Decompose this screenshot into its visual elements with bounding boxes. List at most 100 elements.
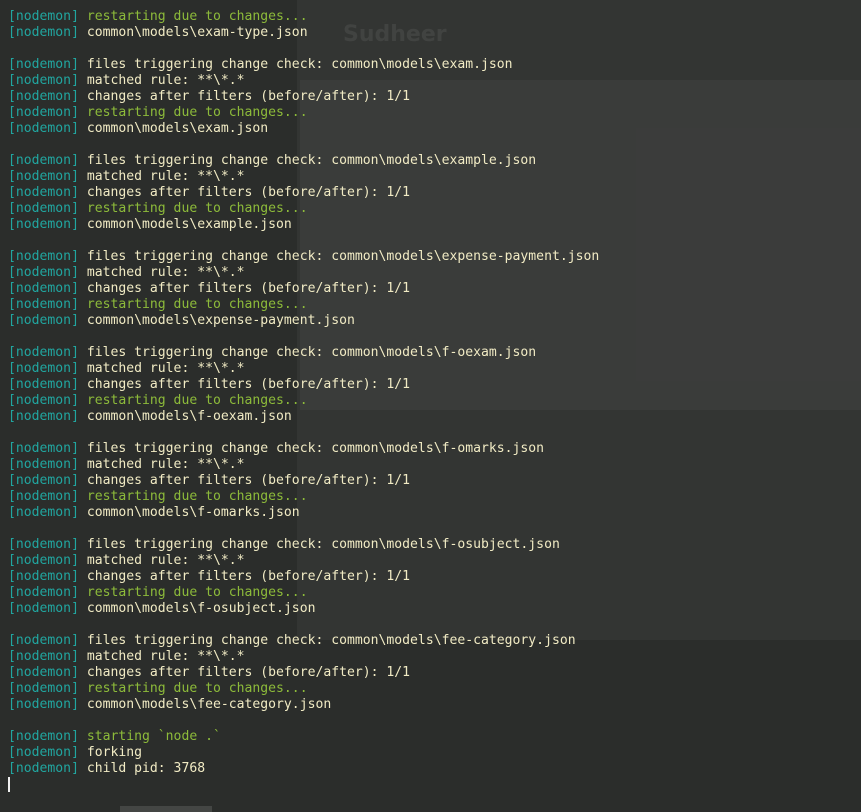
terminal-line: [nodemon] common\models\fee-category.jso… (8, 697, 599, 713)
terminal-line: [nodemon] starting `node .` (8, 729, 599, 745)
terminal-line: [nodemon] child pid: 3768 (8, 761, 599, 777)
nodemon-tag: [nodemon] (8, 505, 79, 520)
terminal-line: [nodemon] changes after filters (before/… (8, 377, 599, 393)
log-message: common\models\f-omarks.json (86, 505, 300, 520)
nodemon-tag: [nodemon] (8, 169, 79, 184)
log-message: common\models\exam.json (86, 121, 269, 136)
log-message: changes after filters (before/after): 1/… (86, 281, 411, 296)
text-cursor[interactable] (8, 777, 10, 792)
log-message: files triggering change check: common\mo… (86, 441, 545, 456)
terminal-line: [nodemon] changes after filters (before/… (8, 281, 599, 297)
nodemon-tag: [nodemon] (8, 745, 79, 760)
terminal-line: [nodemon] restarting due to changes... (8, 585, 599, 601)
log-message: changes after filters (before/after): 1/… (86, 569, 411, 584)
nodemon-tag: [nodemon] (8, 489, 79, 504)
terminal-line: [nodemon] common\models\exam-type.json (8, 25, 599, 41)
log-message: matched rule: **\*.* (86, 265, 245, 280)
nodemon-tag: [nodemon] (8, 665, 79, 680)
nodemon-tag: [nodemon] (8, 681, 79, 696)
log-message: files triggering change check: common\mo… (86, 633, 576, 648)
terminal-line: [nodemon] common\models\expense-payment.… (8, 313, 599, 329)
nodemon-tag: [nodemon] (8, 441, 79, 456)
log-message: common\models\f-osubject.json (86, 601, 316, 616)
log-message: restarting due to changes... (86, 297, 308, 312)
nodemon-tag: [nodemon] (8, 457, 79, 472)
terminal-line: [nodemon] matched rule: **\*.* (8, 169, 599, 185)
terminal-line: [nodemon] matched rule: **\*.* (8, 361, 599, 377)
terminal-line: [nodemon] files triggering change check:… (8, 633, 599, 649)
log-message: restarting due to changes... (86, 681, 308, 696)
terminal-line: [nodemon] common\models\f-osubject.json (8, 601, 599, 617)
log-message: changes after filters (before/after): 1/… (86, 89, 411, 104)
terminal-line: [nodemon] forking (8, 745, 599, 761)
nodemon-tag: [nodemon] (8, 185, 79, 200)
terminal-line: [nodemon] matched rule: **\*.* (8, 73, 599, 89)
log-message: restarting due to changes... (86, 489, 308, 504)
nodemon-tag: [nodemon] (8, 377, 79, 392)
log-message: files triggering change check: common\mo… (86, 57, 513, 72)
terminal-window[interactable]: Sudheer [nodemon] restarting due to chan… (0, 0, 861, 812)
terminal-line: [nodemon] changes after filters (before/… (8, 473, 599, 489)
log-message: files triggering change check: common\mo… (86, 249, 600, 264)
nodemon-tag: [nodemon] (8, 265, 79, 280)
terminal-line: [nodemon] restarting due to changes... (8, 489, 599, 505)
terminal-line: [nodemon] restarting due to changes... (8, 297, 599, 313)
terminal-line: [nodemon] files triggering change check:… (8, 249, 599, 265)
terminal-line: [nodemon] files triggering change check:… (8, 537, 599, 553)
log-message: changes after filters (before/after): 1/… (86, 185, 411, 200)
nodemon-tag: [nodemon] (8, 121, 79, 136)
terminal-line: [nodemon] restarting due to changes... (8, 9, 599, 25)
nodemon-tag: [nodemon] (8, 345, 79, 360)
terminal-line: [nodemon] common\models\f-omarks.json (8, 505, 599, 521)
terminal-line: [nodemon] files triggering change check:… (8, 441, 599, 457)
log-message: common\models\fee-category.json (86, 697, 332, 712)
nodemon-tag: [nodemon] (8, 649, 79, 664)
log-message: changes after filters (before/after): 1/… (86, 473, 411, 488)
log-message: restarting due to changes... (86, 9, 308, 24)
terminal-line: [nodemon] changes after filters (before/… (8, 665, 599, 681)
nodemon-tag: [nodemon] (8, 89, 79, 104)
log-message: starting `node .` (86, 729, 221, 744)
log-message: restarting due to changes... (86, 105, 308, 120)
log-message: files triggering change check: common\mo… (86, 153, 537, 168)
terminal-line: [nodemon] files triggering change check:… (8, 345, 599, 361)
log-message: matched rule: **\*.* (86, 553, 245, 568)
nodemon-tag: [nodemon] (8, 105, 79, 120)
terminal-line: [nodemon] restarting due to changes... (8, 393, 599, 409)
nodemon-tag: [nodemon] (8, 57, 79, 72)
nodemon-tag: [nodemon] (8, 201, 79, 216)
nodemon-tag: [nodemon] (8, 9, 79, 24)
log-message: files triggering change check: common\mo… (86, 345, 537, 360)
nodemon-tag: [nodemon] (8, 249, 79, 264)
nodemon-tag: [nodemon] (8, 281, 79, 296)
log-message: restarting due to changes... (86, 201, 308, 216)
nodemon-tag: [nodemon] (8, 601, 79, 616)
terminal-line: [nodemon] common\models\f-oexam.json (8, 409, 599, 425)
log-message: files triggering change check: common\mo… (86, 537, 560, 552)
terminal-line: [nodemon] changes after filters (before/… (8, 89, 599, 105)
log-message: changes after filters (before/after): 1/… (86, 377, 411, 392)
log-message: common\models\f-oexam.json (86, 409, 292, 424)
terminal-line: [nodemon] matched rule: **\*.* (8, 457, 599, 473)
nodemon-tag: [nodemon] (8, 697, 79, 712)
log-message: matched rule: **\*.* (86, 649, 245, 664)
log-message: common\models\expense-payment.json (86, 313, 355, 328)
log-message: matched rule: **\*.* (86, 73, 245, 88)
terminal-line: [nodemon] matched rule: **\*.* (8, 265, 599, 281)
terminal-output: [nodemon] restarting due to changes... [n… (8, 9, 599, 793)
nodemon-tag: [nodemon] (8, 569, 79, 584)
terminal-line: [nodemon] restarting due to changes... (8, 201, 599, 217)
log-message: restarting due to changes... (86, 393, 308, 408)
nodemon-tag: [nodemon] (8, 553, 79, 568)
nodemon-tag: [nodemon] (8, 729, 79, 744)
nodemon-tag: [nodemon] (8, 585, 79, 600)
log-message: common\models\example.json (86, 217, 292, 232)
terminal-line: [nodemon] common\models\exam.json (8, 121, 599, 137)
log-message: child pid: 3768 (86, 761, 206, 776)
terminal-line: [nodemon] files triggering change check:… (8, 57, 599, 73)
